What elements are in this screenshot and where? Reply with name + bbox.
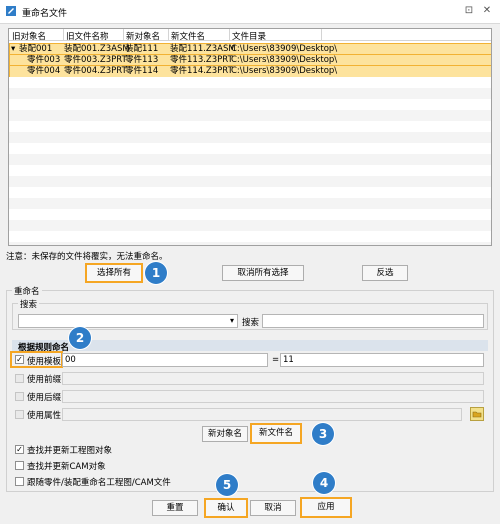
follow-rename-checkbox[interactable] [15,477,24,486]
col-old-object[interactable]: 旧对象名 [12,30,46,42]
use-prefix-checkbox[interactable] [15,374,24,383]
window-title: 重命名文件 [22,9,68,19]
empty-row [9,110,491,121]
invert-selection-button[interactable]: 反选 [362,265,408,281]
empty-row [9,220,491,231]
empty-row [9,77,491,88]
update-drawing-label: 查找并更新工程图对象 [27,446,113,456]
update-drawing-checkbox[interactable]: ✓ [15,445,24,454]
col-old-file[interactable]: 旧文件名称 [66,30,109,42]
empty-row [9,176,491,187]
rename-group-title: 重命名 [12,285,42,297]
step-badge-5: 5 [216,474,238,496]
template-from-input[interactable]: 00 [62,353,268,367]
update-cam-checkbox[interactable] [15,461,24,470]
use-attribute-label: 使用属性 [27,411,62,421]
reset-button[interactable]: 重置 [152,500,198,516]
col-new-file[interactable]: 新文件名 [171,30,205,42]
deselect-all-button[interactable]: 取消所有选择 [222,265,304,281]
close-icon[interactable]: ✕ [480,4,494,18]
empty-row [9,242,491,245]
apply-button[interactable]: 应用 [300,497,352,518]
follow-rename-label: 跟随零件/装配重命名工程图/CAM文件 [27,478,171,488]
step-badge-1: 1 [145,262,167,284]
use-suffix-checkbox[interactable] [15,392,24,401]
unsaved-note: 注意：未保存的文件将覆实，无法重命名。 [6,252,168,262]
empty-row [9,88,491,99]
use-prefix-label: 使用前缀 [27,375,62,385]
empty-row [9,132,491,143]
grid-header: 旧对象名 旧文件名称 新对象名 新文件名 文件目录 [9,29,491,42]
empty-row [9,121,491,132]
new-object-name-button[interactable]: 新对象名 [202,426,248,442]
confirm-button[interactable]: 确认 [204,498,248,518]
use-suffix-label: 使用后缀 [27,393,62,403]
folder-browse-icon[interactable] [470,407,484,421]
attribute-input[interactable] [62,408,462,421]
col-new-object[interactable]: 新对象名 [126,30,160,42]
use-attribute-checkbox[interactable] [15,410,24,419]
empty-row [9,165,491,176]
col-directory[interactable]: 文件目录 [232,30,266,42]
empty-row [9,187,491,198]
equals-sign: = [272,355,280,365]
search-label: 搜索 [242,318,260,328]
select-all-button[interactable]: 选择所有 [85,263,143,283]
new-file-name-button[interactable]: 新文件名 [250,423,302,444]
pin-icon[interactable]: ⊡ [462,4,476,18]
empty-row [9,99,491,110]
step-badge-4: 4 [313,472,335,494]
step-badge-2: 2 [69,327,91,349]
use-template-label: 使用模板 [27,357,62,367]
empty-row [9,154,491,165]
template-to-input[interactable]: 11 [280,353,484,367]
empty-row [9,143,491,154]
file-grid[interactable]: 旧对象名 旧文件名称 新对象名 新文件名 文件目录 ▾ 装配001 装配001.… [8,28,492,246]
dropdown-arrow-icon: ▾ [229,316,234,325]
update-cam-label: 查找并更新CAM对象 [27,462,106,472]
empty-row [9,198,491,209]
prefix-input[interactable] [62,372,484,385]
title-bar: 重命名文件 ⊡ ✕ [0,0,500,24]
app-icon [6,6,16,16]
suffix-input[interactable] [62,390,484,403]
search-scope-select[interactable]: ▾ [18,314,238,328]
search-group-title: 搜索 [18,298,40,310]
use-template-checkbox[interactable]: ✓ [15,355,24,364]
empty-row [9,209,491,220]
empty-row [9,231,491,242]
step-badge-3: 3 [312,423,334,445]
cancel-button[interactable]: 取消 [250,500,296,516]
search-input[interactable] [262,314,484,328]
